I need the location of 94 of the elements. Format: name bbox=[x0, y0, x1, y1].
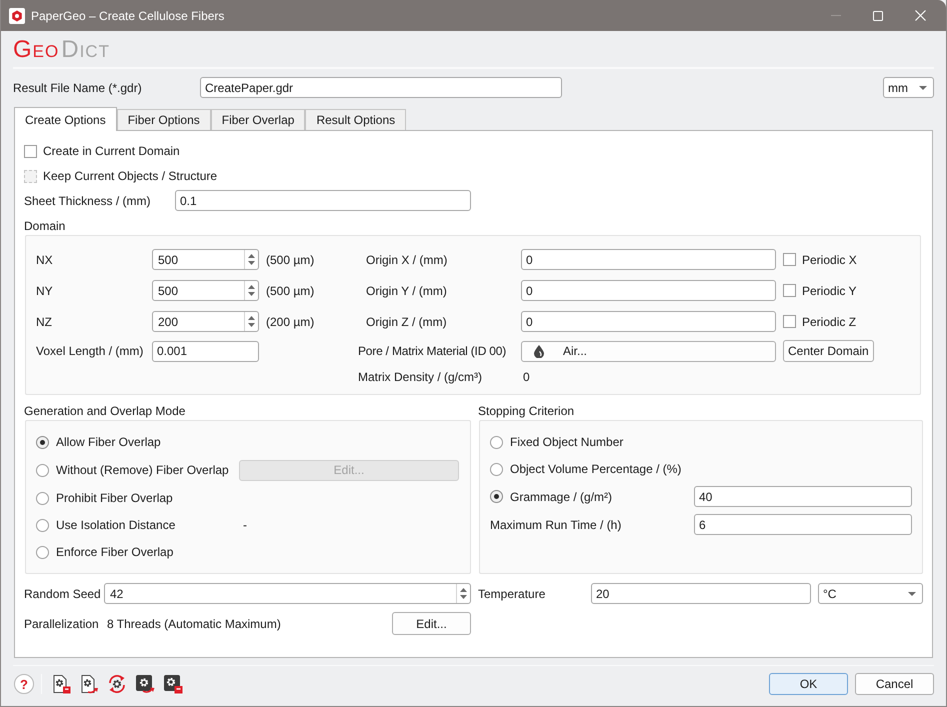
field-label: Matrix Density / (g/cm³) bbox=[358, 369, 482, 386]
drop-icon bbox=[534, 344, 544, 358]
random-seed-spinbox[interactable]: 42 bbox=[104, 583, 471, 604]
checkbox[interactable] bbox=[783, 315, 796, 328]
option-label: Periodic Z bbox=[802, 314, 856, 330]
field-label: Result File Name (*.gdr) bbox=[13, 80, 143, 96]
radio-button[interactable] bbox=[490, 490, 503, 503]
field-label: Maximum Run Time / (h) bbox=[490, 516, 622, 534]
grammage-field[interactable]: 40 bbox=[694, 486, 912, 507]
radio-button[interactable] bbox=[36, 436, 49, 448]
tab[interactable]: Result Options bbox=[305, 109, 406, 130]
field-label: Sheet Thickness / (mm) bbox=[24, 192, 152, 210]
radio-label: Fixed Object Number bbox=[510, 434, 624, 451]
checkbox[interactable] bbox=[783, 284, 796, 297]
maximize-icon[interactable] bbox=[873, 10, 883, 20]
origin-field[interactable]: 0 bbox=[521, 249, 776, 270]
spin-down-icon[interactable] bbox=[248, 323, 255, 327]
extent-text: (200 µm) bbox=[265, 314, 314, 330]
dialog-button[interactable]: OK bbox=[769, 673, 848, 695]
center-domain-button[interactable]: Center Domain bbox=[783, 340, 874, 362]
voxel-count-spinbox[interactable]: 500 bbox=[152, 280, 259, 301]
radio-button[interactable] bbox=[490, 436, 503, 448]
caret-icon bbox=[908, 592, 916, 596]
tab[interactable]: Create Options bbox=[14, 107, 117, 131]
radio-button[interactable] bbox=[36, 492, 49, 504]
radio-button[interactable] bbox=[36, 518, 49, 532]
material-button[interactable]: Air... bbox=[521, 340, 776, 362]
threads-value: 8 Threads (Automatic Maximum) bbox=[107, 616, 281, 632]
spin-up-icon[interactable] bbox=[248, 254, 255, 258]
radio-label: Without (Remove) Fiber Overlap bbox=[56, 462, 229, 479]
field-label: Origin X / (mm) bbox=[365, 252, 448, 268]
radio-label: Object Volume Percentage / (%) bbox=[510, 461, 682, 478]
voxel-length-field[interactable]: 0.001 bbox=[152, 340, 259, 362]
gear-tile-badge-icon[interactable] bbox=[163, 674, 183, 694]
origin-field[interactable]: 0 bbox=[521, 280, 776, 301]
help-button[interactable]: ? bbox=[14, 674, 34, 694]
extent-text: (500 µm) bbox=[265, 252, 314, 268]
field-label: NY bbox=[36, 282, 54, 300]
edit-button[interactable]: Edit... bbox=[392, 612, 471, 635]
spin-down-icon[interactable] bbox=[248, 292, 255, 296]
radio-label: Allow Fiber Overlap bbox=[56, 434, 161, 451]
density-value: 0 bbox=[522, 369, 530, 386]
option-label: Create in Current Domain bbox=[43, 143, 180, 160]
close-icon[interactable] bbox=[914, 10, 926, 21]
temperature-unit-dropdown[interactable]: °C bbox=[818, 583, 923, 604]
unit-dropdown[interactable]: mm bbox=[883, 77, 934, 98]
spin-up-icon[interactable] bbox=[248, 316, 255, 320]
radio-button[interactable] bbox=[36, 464, 49, 476]
spin-up-icon[interactable] bbox=[248, 285, 255, 289]
voxel-count-spinbox[interactable]: 200 bbox=[152, 311, 259, 332]
gear-document-icon[interactable] bbox=[51, 674, 71, 694]
gear-document-arrow-icon[interactable] bbox=[79, 674, 99, 694]
radio-label: Use Isolation Distance bbox=[56, 517, 176, 534]
spin-up-icon[interactable] bbox=[460, 588, 467, 592]
section-title: Stopping Criterion bbox=[478, 403, 574, 420]
radio-label: Grammage / (g/m²) bbox=[510, 488, 612, 506]
caret-icon bbox=[919, 86, 927, 90]
field-label: Origin Z / (mm) bbox=[365, 314, 447, 330]
file-name-field[interactable]: CreatePaper.gdr bbox=[200, 77, 562, 98]
dialog-button[interactable]: Cancel bbox=[855, 673, 934, 695]
checkbox[interactable] bbox=[783, 253, 796, 266]
radio-button[interactable] bbox=[490, 462, 503, 476]
app-logo: GEO DICT bbox=[13, 38, 110, 62]
app-icon bbox=[9, 8, 25, 24]
radio-label: Prohibit Fiber Overlap bbox=[56, 490, 173, 507]
checkbox[interactable] bbox=[24, 144, 37, 158]
option-label: Periodic X bbox=[802, 252, 857, 268]
origin-field[interactable]: 0 bbox=[521, 311, 776, 332]
extent-text: (500 µm) bbox=[265, 282, 314, 300]
option-label: Keep Current Objects / Structure bbox=[43, 168, 218, 185]
tab[interactable]: Fiber Overlap bbox=[210, 109, 306, 130]
spin-down-icon[interactable] bbox=[248, 261, 255, 265]
radio-label: Enforce Fiber Overlap bbox=[56, 544, 174, 561]
window-title: PaperGeo – Create Cellulose Fibers bbox=[31, 8, 224, 24]
sheet-thickness-field[interactable]: 0.1 bbox=[175, 190, 471, 211]
field-label: Voxel Length / (mm) bbox=[36, 343, 144, 360]
field-label: Random Seed bbox=[24, 586, 102, 602]
distance-value: - bbox=[242, 517, 247, 534]
gear-cycle-icon[interactable] bbox=[107, 674, 127, 694]
run-time-field[interactable]: 6 bbox=[694, 514, 912, 535]
field-label: NZ bbox=[36, 314, 53, 330]
radio-button[interactable] bbox=[36, 546, 49, 558]
voxel-count-spinbox[interactable]: 500 bbox=[152, 249, 259, 270]
section-title: Domain bbox=[24, 218, 66, 235]
field-label: Pore / Matrix Material (ID 00) bbox=[358, 343, 506, 360]
tab[interactable]: Fiber Options bbox=[116, 109, 211, 130]
field-label: Parallelization bbox=[24, 616, 100, 632]
field-label: Temperature bbox=[478, 586, 546, 602]
field-label: NX bbox=[36, 252, 54, 268]
temperature-field[interactable]: 20 bbox=[591, 583, 811, 604]
field-label: Origin Y / (mm) bbox=[365, 282, 447, 300]
option-label: Periodic Y bbox=[802, 282, 856, 300]
spin-down-icon[interactable] bbox=[460, 595, 467, 599]
section-title: Generation and Overlap Mode bbox=[24, 403, 186, 420]
